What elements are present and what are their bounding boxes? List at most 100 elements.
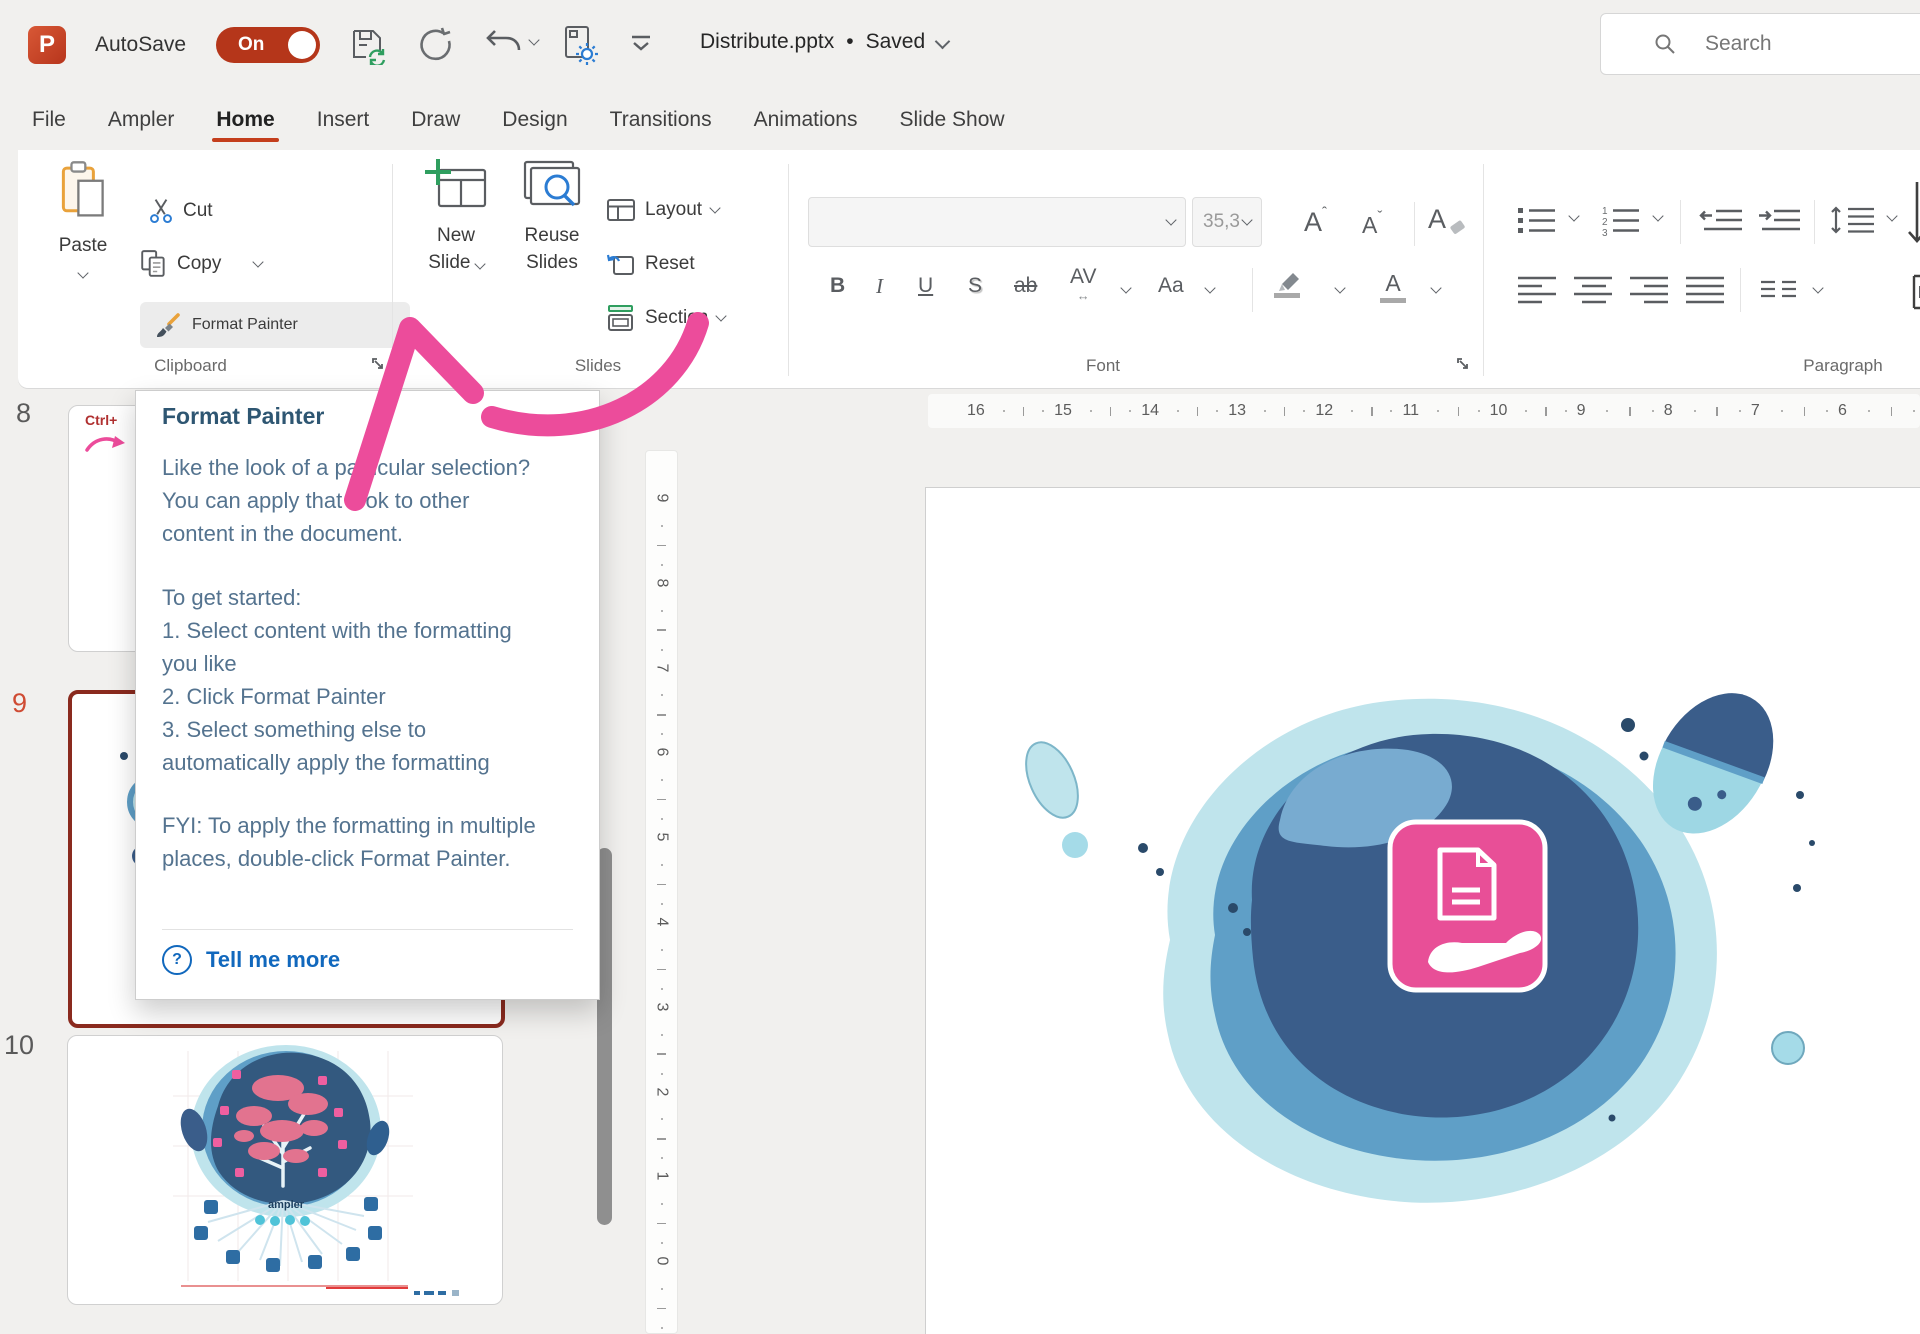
tooltip-intro: To get started: <box>162 581 546 614</box>
shrink-font-button[interactable]: Aˇ <box>1362 208 1382 239</box>
grow-font-button[interactable]: Aˆ <box>1304 204 1327 238</box>
search-box[interactable] <box>1600 13 1920 75</box>
numbering-button[interactable]: 123 <box>1600 204 1644 238</box>
slide-10-thumbnail[interactable]: ampler <box>67 1035 503 1305</box>
font-color-chevron-icon[interactable] <box>1430 282 1441 293</box>
ruler-mark: 5 <box>657 824 666 909</box>
powerpoint-logo[interactable]: P <box>28 26 66 64</box>
columns-icon <box>1758 278 1800 302</box>
slide-settings-button[interactable] <box>560 24 600 66</box>
slide-8-pink-arrow-icon <box>83 430 135 458</box>
horizontal-ruler[interactable]: 16 15 14 13 12 11 10 9 8 7 6 <box>928 394 1920 428</box>
autosave-toggle[interactable]: On <box>216 27 320 63</box>
layout-chevron-icon <box>709 202 720 213</box>
highlight-color-button[interactable] <box>1274 268 1304 298</box>
columns-button[interactable] <box>1758 278 1800 302</box>
undo-dropdown-chevron-icon[interactable] <box>528 34 539 45</box>
bold-button[interactable]: B <box>830 274 845 298</box>
font-size-combobox[interactable]: 35,3 <box>1192 197 1262 247</box>
highlight-color-bar <box>1274 293 1300 298</box>
underline-button[interactable]: U <box>918 274 933 298</box>
vertical-ruler[interactable]: 9 8 7 6 5 4 3 2 1 0 <box>645 450 678 1334</box>
powerpoint-window: P AutoSave On <box>0 0 1920 1334</box>
reset-button[interactable]: Reset <box>606 246 695 282</box>
tab-draw[interactable]: Draw <box>409 106 462 142</box>
save-sync-icon <box>348 25 388 65</box>
ruler-mark: 6 <box>1833 402 1920 420</box>
undo-button[interactable] <box>486 27 522 61</box>
align-left-icon <box>1516 274 1560 304</box>
tab-transitions[interactable]: Transitions <box>608 106 714 142</box>
italic-button[interactable]: I <box>876 274 883 299</box>
clear-formatting-button[interactable]: A <box>1428 204 1459 235</box>
tell-me-more-link[interactable]: ? Tell me more <box>162 945 340 975</box>
character-spacing-button[interactable]: AV ↔ <box>1070 268 1096 304</box>
grow-caret-icon: ˆ <box>1322 204 1327 221</box>
tab-ampler[interactable]: Ampler <box>106 106 177 142</box>
character-spacing-chevron-icon[interactable] <box>1120 282 1131 293</box>
bullets-chevron-icon[interactable] <box>1568 210 1579 221</box>
tab-design[interactable]: Design <box>500 106 569 142</box>
line-spacing-button[interactable] <box>1828 204 1878 236</box>
customize-quick-access-button[interactable] <box>628 33 654 55</box>
align-text-icon[interactable] <box>1910 272 1920 312</box>
font-dialog-launcher-icon[interactable] <box>1455 356 1472 373</box>
cut-button[interactable]: Cut <box>148 194 213 228</box>
highlight-chevron-icon[interactable] <box>1334 282 1345 293</box>
decrease-indent-button[interactable] <box>1698 206 1746 236</box>
numbering-chevron-icon[interactable] <box>1652 210 1663 221</box>
align-right-icon <box>1628 274 1672 304</box>
line-spacing-chevron-icon[interactable] <box>1886 210 1897 221</box>
copy-button[interactable]: Copy <box>140 246 262 282</box>
change-case-button[interactable]: Aa <box>1158 274 1184 298</box>
ribbon-tabs: File Ampler Home Insert Draw Design Tran… <box>30 106 1007 142</box>
paste-button[interactable]: Paste <box>40 160 126 277</box>
paste-dropdown-chevron-icon[interactable] <box>77 267 88 278</box>
align-right-button[interactable] <box>1628 274 1672 304</box>
refresh-button[interactable] <box>418 27 454 63</box>
copy-dropdown-chevron-icon[interactable] <box>253 256 264 267</box>
text-shadow-button[interactable]: S <box>968 274 982 298</box>
text-direction-icon[interactable] <box>1906 180 1920 260</box>
ruler-mark: 4 <box>657 909 666 994</box>
columns-chevron-icon[interactable] <box>1812 282 1823 293</box>
document-title-group[interactable]: Distribute.pptx • Saved <box>700 30 948 54</box>
tab-home[interactable]: Home <box>214 106 276 142</box>
tab-slide-show[interactable]: Slide Show <box>897 106 1006 142</box>
align-center-button[interactable] <box>1572 274 1616 304</box>
shrink-caret-icon: ˇ <box>1377 208 1382 225</box>
ruler-mark: 7 <box>657 655 666 740</box>
clipboard-group-label: Clipboard <box>138 356 243 376</box>
strikethrough-button[interactable]: ab <box>1014 274 1037 298</box>
ruler-mark: 12 <box>1310 402 1397 420</box>
tab-animations[interactable]: Animations <box>752 106 860 142</box>
font-color-button[interactable]: A <box>1380 270 1406 303</box>
search-icon <box>1653 32 1677 56</box>
mini-separator <box>1414 202 1415 246</box>
tab-file[interactable]: File <box>30 106 68 142</box>
align-left-button[interactable] <box>1516 274 1560 304</box>
ruler-mark: 15 <box>1049 402 1136 420</box>
tab-insert[interactable]: Insert <box>315 106 372 142</box>
font-name-combobox[interactable] <box>808 197 1186 247</box>
paragraph-group-label: Paragraph <box>1778 356 1908 376</box>
search-input[interactable] <box>1703 31 1877 57</box>
ruler-mark: 3 <box>657 994 666 1079</box>
layout-button[interactable]: Layout <box>606 192 719 228</box>
new-slide-icon <box>421 158 491 216</box>
slide-gear-icon <box>560 24 600 66</box>
change-case-chevron-icon[interactable] <box>1204 282 1215 293</box>
ruler-mark: 16 <box>962 402 1049 420</box>
justify-button[interactable] <box>1684 274 1728 304</box>
eraser-icon <box>1450 220 1466 235</box>
highlighter-icon <box>1274 268 1304 292</box>
reuse-slides-button[interactable]: Reuse Slides <box>506 158 598 276</box>
autosave-label: AutoSave <box>95 33 186 57</box>
copy-icon <box>140 249 168 279</box>
bullets-button[interactable] <box>1516 204 1560 238</box>
increase-indent-button[interactable] <box>1756 206 1804 236</box>
slide-9-number: 9 <box>12 688 27 719</box>
save-button[interactable] <box>348 25 388 65</box>
new-slide-button[interactable]: New Slide <box>410 158 502 276</box>
spacing-arrows-icon: ↔ <box>1077 288 1090 303</box>
